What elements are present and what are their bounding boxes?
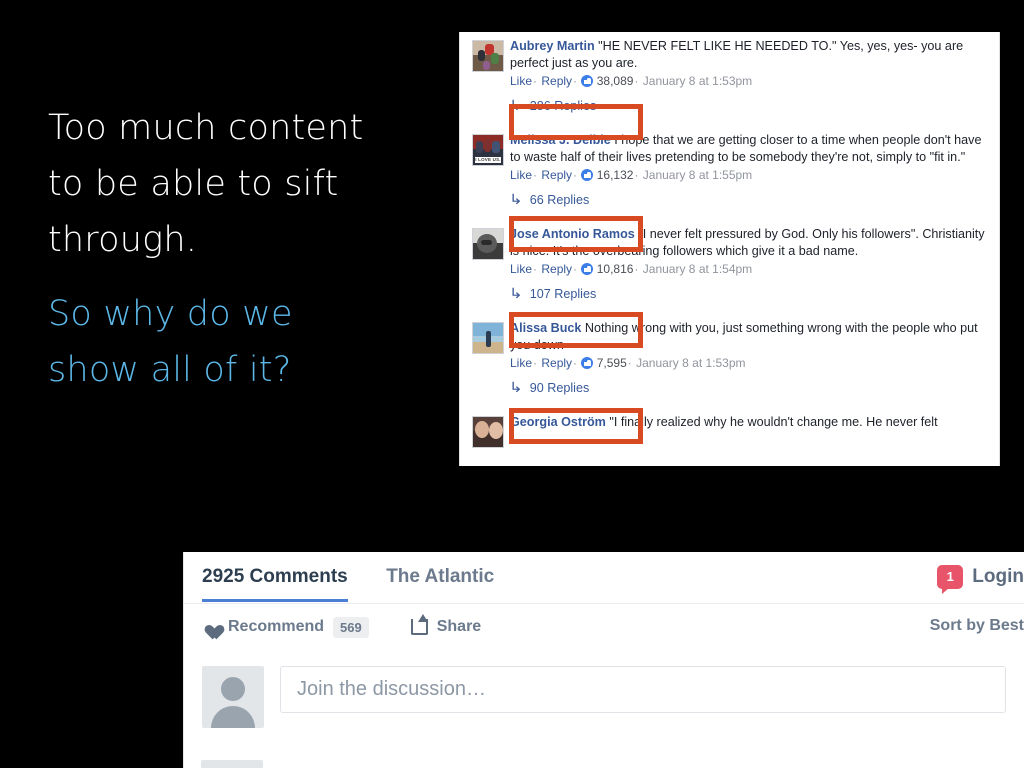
meta-separator: · — [533, 356, 538, 370]
meta-separator: · — [627, 356, 632, 370]
facebook-comment-text: Alissa Buck Nothing wrong with you, just… — [510, 320, 989, 353]
avatar — [472, 228, 504, 260]
share-icon — [410, 614, 428, 635]
avatar — [472, 416, 504, 448]
meta-separator: · — [573, 262, 578, 276]
like-count: 16,132 — [596, 168, 634, 182]
like-button[interactable]: Like — [510, 262, 532, 276]
share-button[interactable]: Share — [410, 614, 482, 636]
like-count: 10,816 — [596, 262, 634, 276]
notification-badge-icon: 1 — [937, 565, 964, 594]
reply-button[interactable]: Reply — [541, 262, 572, 276]
tab-the-atlantic[interactable]: The Atlantic — [386, 552, 494, 602]
recommend-label: Recommend — [228, 618, 325, 635]
reply-arrow-icon: ↳ — [509, 191, 523, 207]
facebook-comment-text: Melissa J. Deible I hope that we are get… — [510, 132, 989, 165]
recommend-button[interactable]: Recommend 569 — [202, 616, 369, 638]
facebook-comment: I LOVE US. Melissa J. Deible I hope that… — [460, 126, 999, 186]
view-replies-link[interactable]: 66 Replies — [530, 193, 590, 207]
thumbs-up-icon — [581, 169, 594, 181]
avatar: I LOVE US. — [472, 134, 504, 166]
view-replies-link[interactable]: 107 Replies — [530, 287, 597, 301]
like-button[interactable]: Like — [510, 168, 532, 182]
facebook-comment: Jose Antonio Ramos "I never felt pressur… — [460, 220, 999, 280]
timestamp[interactable]: January 8 at 1:53pm — [643, 74, 752, 88]
avatar — [202, 666, 264, 728]
facebook-comment-text: Jose Antonio Ramos "I never felt pressur… — [510, 226, 989, 259]
facebook-replies-row[interactable]: ↳ 286 Replies — [460, 92, 999, 126]
login-control[interactable]: 1 Login — [937, 565, 1024, 594]
like-button[interactable]: Like — [510, 74, 532, 88]
facebook-comment-meta: Like· Reply· 10,816· January 8 at 1:54pm — [510, 261, 989, 278]
thumbs-up-icon — [581, 263, 594, 275]
facebook-comment-author[interactable]: Aubrey Martin — [510, 39, 595, 53]
facebook-comment-partial: Georgia Oström "I finally realized why h… — [460, 408, 999, 460]
sort-dropdown[interactable]: Sort by Best — [930, 617, 1024, 635]
disqus-compose-row: Join the discussion… — [184, 650, 1024, 728]
slide-canvas: Too much content to be able to sift thro… — [0, 0, 1024, 768]
avatar-caption: I LOVE US. — [475, 157, 501, 163]
like-count: 38,089 — [596, 74, 634, 88]
reply-button[interactable]: Reply — [541, 356, 572, 370]
timestamp[interactable]: January 8 at 1:53pm — [636, 356, 745, 370]
like-button[interactable]: Like — [510, 356, 532, 370]
meta-separator: · — [533, 168, 538, 182]
meta-separator: · — [573, 356, 578, 370]
facebook-comment-meta: Like· Reply· 16,132· January 8 at 1:55pm — [510, 167, 989, 184]
facebook-comment-body: Nothing wrong with you, just something w… — [510, 321, 978, 352]
facebook-comment-author[interactable]: Alissa Buck — [510, 321, 581, 335]
tab-comments[interactable]: 2925 Comments — [202, 552, 348, 602]
facebook-comment: Aubrey Martin "HE NEVER FELT LIKE HE NEE… — [460, 32, 999, 92]
facebook-comment-body: "I finally realized why he wouldn't chan… — [605, 415, 938, 429]
facebook-comment-author[interactable]: Georgia Oström — [510, 415, 606, 429]
meta-separator: · — [533, 262, 538, 276]
avatar — [472, 40, 504, 72]
slide-text-block: Too much content to be able to sift thro… — [48, 100, 388, 398]
facebook-comment-meta: Like· Reply· 38,089· January 8 at 1:53pm — [510, 73, 989, 90]
view-replies-link[interactable]: 286 Replies — [530, 99, 597, 113]
facebook-replies-row[interactable]: ↳ 107 Replies — [460, 280, 999, 314]
slide-paragraph-1: Too much content to be able to sift thro… — [48, 108, 364, 260]
facebook-comment-text: Georgia Oström "I finally realized why h… — [510, 414, 989, 431]
thumbs-up-icon — [581, 357, 594, 369]
timestamp[interactable]: January 8 at 1:54pm — [643, 262, 752, 276]
thumbs-up-icon — [581, 75, 594, 87]
facebook-comment-text: Aubrey Martin "HE NEVER FELT LIKE HE NEE… — [510, 38, 989, 71]
avatar — [472, 322, 504, 354]
reply-arrow-icon: ↳ — [509, 97, 523, 113]
facebook-comment: Alissa Buck Nothing wrong with you, just… — [460, 314, 999, 374]
meta-separator: · — [634, 168, 639, 182]
meta-separator: · — [573, 74, 578, 88]
timestamp[interactable]: January 8 at 1:55pm — [643, 168, 752, 182]
meta-separator: · — [634, 74, 639, 88]
reply-button[interactable]: Reply — [541, 74, 572, 88]
reply-arrow-icon: ↳ — [509, 379, 523, 395]
recommend-count: 569 — [333, 616, 369, 638]
view-replies-link[interactable]: 90 Replies — [530, 381, 590, 395]
avatar-next-comment — [201, 760, 263, 768]
meta-separator: · — [634, 262, 639, 276]
meta-separator: · — [533, 74, 538, 88]
facebook-comment-list: Aubrey Martin "HE NEVER FELT LIKE HE NEE… — [460, 32, 999, 460]
heart-icon — [202, 619, 219, 635]
facebook-comments-panel: Aubrey Martin "HE NEVER FELT LIKE HE NEE… — [459, 32, 1000, 466]
facebook-replies-row[interactable]: ↳ 66 Replies — [460, 186, 999, 220]
disqus-tab-bar: 2925 Comments The Atlantic 1 Login — [184, 552, 1024, 604]
like-count: 7,595 — [596, 356, 627, 370]
reply-arrow-icon: ↳ — [509, 285, 523, 301]
meta-separator: · — [573, 168, 578, 182]
slide-paragraph-2: So why do we show all of it? — [48, 294, 293, 390]
login-label[interactable]: Login — [972, 566, 1024, 588]
facebook-comment-author[interactable]: Melissa J. Deible — [510, 133, 611, 147]
facebook-comment-meta: Like· Reply· 7,595· January 8 at 1:53pm — [510, 355, 989, 372]
disqus-panel: 2925 Comments The Atlantic 1 Login Recom… — [183, 552, 1024, 768]
facebook-replies-row[interactable]: ↳ 90 Replies — [460, 374, 999, 408]
disqus-action-bar: Recommend 569 Share Sort by Best — [184, 604, 1024, 650]
facebook-comment-author[interactable]: Jose Antonio Ramos — [510, 227, 635, 241]
share-label: Share — [436, 618, 482, 635]
comment-input[interactable]: Join the discussion… — [280, 666, 1006, 713]
reply-button[interactable]: Reply — [541, 168, 572, 182]
